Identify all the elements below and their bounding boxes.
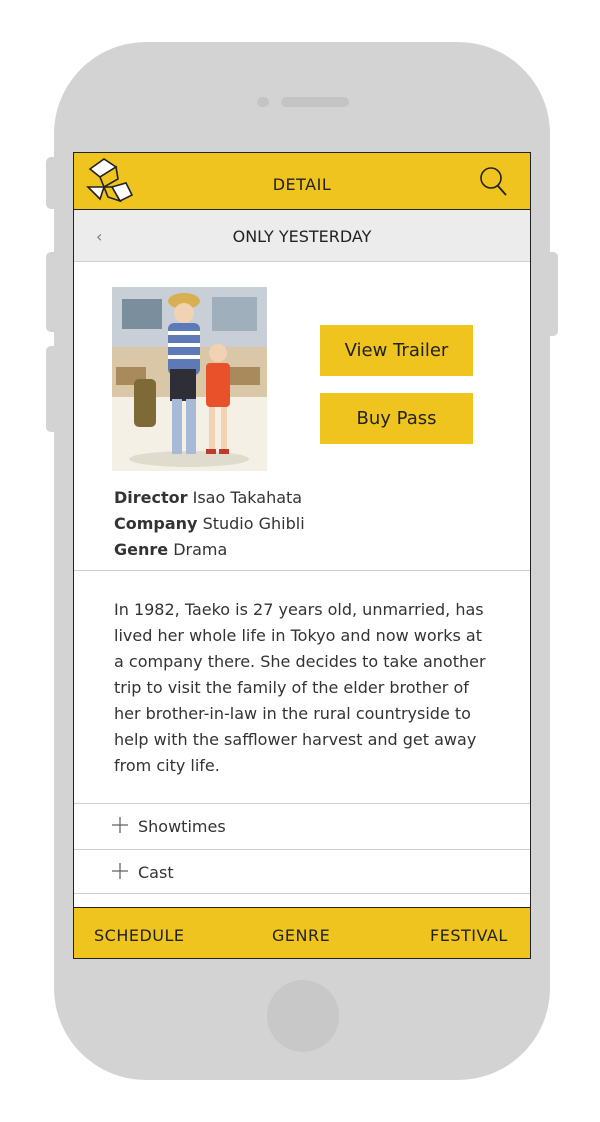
company-row: Company Studio Ghibli [114, 511, 305, 537]
company-label: Company [114, 514, 198, 533]
tab-festival[interactable]: FESTIVAL [430, 926, 508, 945]
genre-label: Genre [114, 540, 169, 559]
plus-icon [112, 817, 128, 833]
earpiece-speaker [281, 97, 349, 107]
divider [74, 570, 530, 571]
bottom-tab-bar: SCHEDULE GENRE FESTIVAL [74, 907, 530, 958]
accordion-showtimes[interactable]: Showtimes [74, 804, 530, 849]
genre-value: Drama [173, 540, 228, 559]
tab-genre[interactable]: GENRE [272, 926, 330, 945]
power-button [548, 252, 558, 336]
divider [74, 893, 530, 894]
synopsis: In 1982, Taeko is 27 years old, unmarrie… [114, 600, 486, 775]
director-value: Isao Takahata [192, 488, 303, 507]
subheader: ‹ ONLY YESTERDAY [74, 210, 530, 262]
plus-icon [112, 863, 128, 879]
mute-switch [46, 157, 56, 209]
app-header: DETAIL [74, 153, 530, 210]
movie-title: ONLY YESTERDAY [232, 227, 372, 246]
director-label: Director [114, 488, 188, 507]
buy-pass-button[interactable]: Buy Pass [320, 393, 473, 444]
home-button[interactable] [267, 980, 339, 1052]
accordion-cast[interactable]: Cast [74, 850, 530, 895]
movie-details: Director Isao Takahata Company Studio Gh… [114, 485, 305, 563]
movie-poster [112, 287, 267, 471]
search-icon[interactable] [479, 166, 507, 196]
front-camera [257, 97, 269, 107]
volume-up-button [46, 252, 56, 332]
app-screen: DETAIL ‹ ONLY YESTERDAY View Trailer Buy… [73, 152, 531, 959]
company-value: Studio Ghibli [202, 514, 305, 533]
cast-label: Cast [138, 863, 174, 882]
page-title: DETAIL [272, 175, 332, 194]
genre-row: Genre Drama [114, 537, 305, 563]
showtimes-label: Showtimes [138, 817, 226, 836]
tab-schedule[interactable]: SCHEDULE [94, 926, 185, 945]
volume-down-button [46, 346, 56, 432]
director-row: Director Isao Takahata [114, 485, 305, 511]
view-trailer-button[interactable]: View Trailer [320, 325, 473, 376]
